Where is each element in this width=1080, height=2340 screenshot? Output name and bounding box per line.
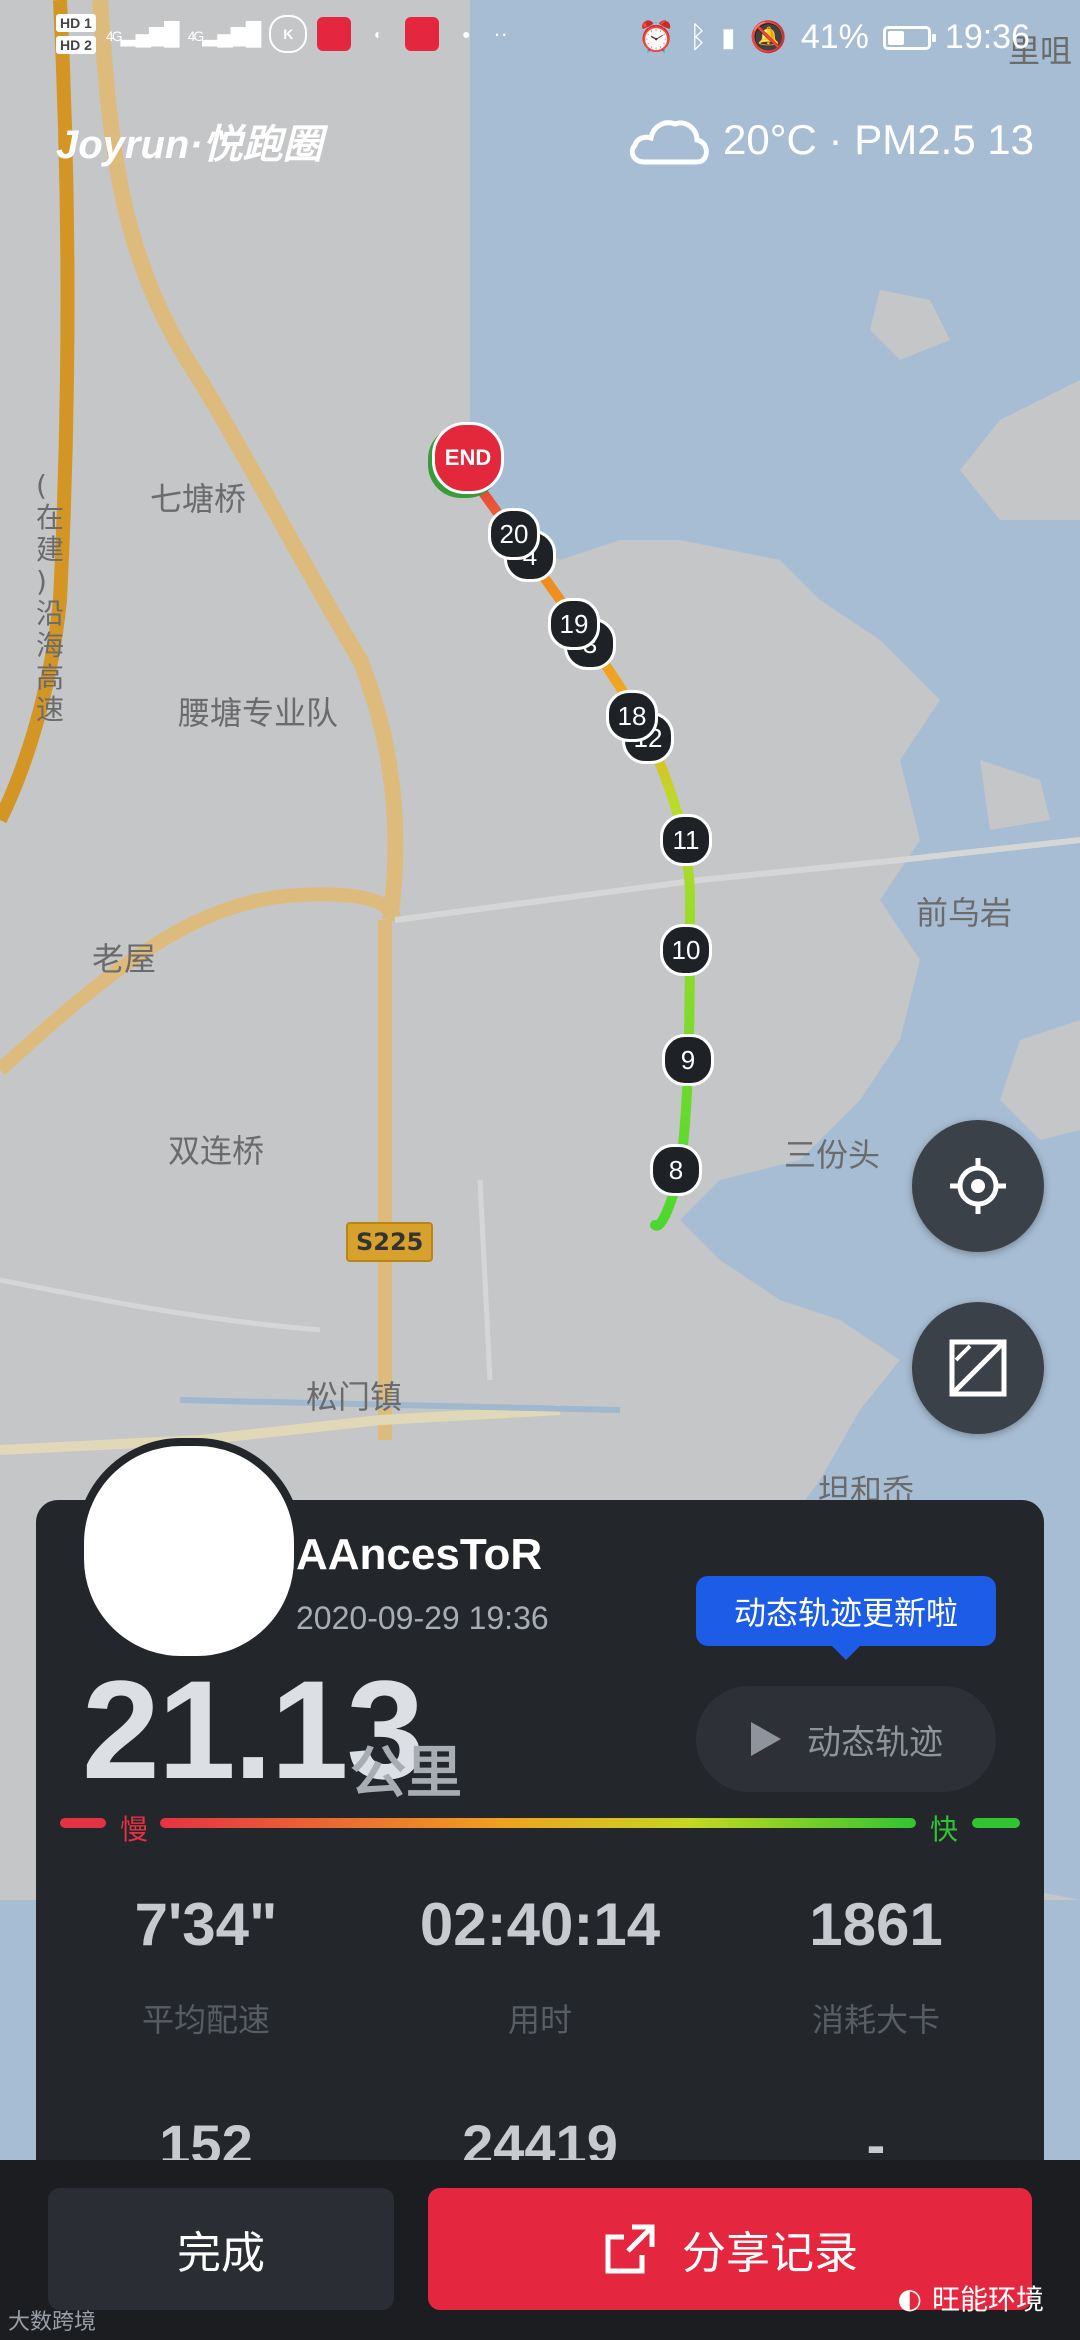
- pace-fast-label: 快: [930, 1813, 959, 1846]
- pace-slow-swatch: [60, 1818, 106, 1828]
- locate-button[interactable]: [912, 1120, 1044, 1252]
- place-label: 三份头: [784, 1136, 881, 1174]
- battery-icon: [882, 25, 936, 50]
- weather-text: 20°C · PM2.5 13: [723, 116, 1034, 163]
- place-label: 老屋: [92, 940, 157, 978]
- expand-map-button[interactable]: [912, 1302, 1044, 1434]
- joyrun-app-icon: [317, 17, 352, 51]
- joyrun-app-icon: [405, 17, 440, 51]
- stat-label: 消耗大卡: [811, 2001, 940, 2039]
- km-marker[interactable]: 20: [488, 508, 540, 560]
- k-app-icon: K: [269, 15, 308, 53]
- place-label: 双连桥: [168, 1132, 265, 1170]
- dynamic-track-label: 动态轨迹: [807, 1722, 943, 1763]
- wechat-icon: ◐: [897, 2281, 922, 2315]
- km-marker[interactable]: 11: [660, 814, 712, 866]
- stat-value: 02:40:14: [419, 1891, 661, 1958]
- pace-fast-swatch: [972, 1818, 1020, 1828]
- dynamic-track-tooltip[interactable]: 动态轨迹更新啦: [696, 1576, 996, 1660]
- place-label: 松门镇: [306, 1378, 403, 1416]
- road-shield: S225: [346, 1222, 434, 1262]
- road-label-vertical: (在建)沿海高速: [36, 469, 65, 726]
- dynamic-track-button[interactable]: 动态轨迹: [696, 1686, 996, 1792]
- cloud-icon: [629, 120, 709, 165]
- sim-indicators: HD 1 HD 2: [56, 14, 96, 54]
- route-end-marker[interactable]: END: [432, 422, 504, 494]
- km-marker[interactable]: 10: [660, 924, 712, 976]
- run-datetime: 2020-09-29 19:36: [296, 1600, 549, 1636]
- stat-duration: 02:40:14 用时: [380, 1890, 700, 2041]
- share-icon: [605, 2224, 655, 2274]
- weather-widget: 20°C · PM2.5 13: [627, 114, 1034, 166]
- bluetooth-icon: ᛒ: [689, 20, 708, 54]
- signal-icon: 4G▂▄▆█: [105, 21, 180, 46]
- alarm-icon: ⏰: [637, 21, 676, 54]
- status-bar: HD 1 HD 2 4G▂▄▆█ 4G▂▄▆█ K ◐ ● ·· ⏰ ᛒ ▮ 🔕…: [0, 0, 1080, 80]
- place-label: 前乌岩: [916, 894, 1013, 932]
- pace-gradient-bar: [160, 1818, 916, 1828]
- more-icon: ··: [493, 21, 508, 46]
- place-label: 七塘桥: [150, 480, 247, 518]
- stat-value: 1861: [809, 1891, 943, 1958]
- km-marker[interactable]: 8: [650, 1144, 702, 1196]
- locate-target-icon: [950, 1158, 1006, 1214]
- km-marker[interactable]: 18: [606, 690, 658, 742]
- battery-percent: 41%: [800, 18, 869, 56]
- app-logo: Joyrun·悦跑圈: [56, 123, 323, 167]
- watermark-right: ◐ 旺能环境: [898, 2278, 1044, 2318]
- signal-icon: 4G▂▄▆█: [187, 21, 262, 46]
- stat-label: 平均配速: [141, 2001, 270, 2039]
- sim2-label: HD 2: [56, 36, 96, 54]
- expand-map-icon: [949, 1339, 1007, 1397]
- stat-label: 用时: [507, 2001, 572, 2039]
- share-label: 分享记录: [682, 2228, 858, 2279]
- pace-slow-label: 慢: [120, 1813, 149, 1846]
- clock: 19:36: [944, 18, 1030, 56]
- place-label: 腰塘专业队: [178, 694, 339, 732]
- sim1-label: HD 1: [56, 14, 96, 32]
- done-button[interactable]: 完成: [48, 2188, 394, 2310]
- watermark-right-text: 旺能环境: [931, 2283, 1044, 2316]
- stat-avg-pace: 7'34" 平均配速: [46, 1890, 366, 2041]
- pace-legend: 慢 快: [60, 1808, 1020, 1846]
- battery-saver-icon: ▮: [721, 22, 736, 52]
- avatar[interactable]: [76, 1438, 302, 1664]
- stat-calories: 1861 消耗大卡: [716, 1890, 1036, 2041]
- message-icon: ●: [462, 26, 471, 42]
- watermark-left: 大数跨境: [8, 2310, 97, 2335]
- km-marker[interactable]: 19: [548, 598, 600, 650]
- wechat-icon: ◐: [374, 26, 383, 42]
- distance-unit: 公里: [350, 1741, 462, 1806]
- km-marker[interactable]: 9: [662, 1034, 714, 1086]
- stat-value: 7'34": [134, 1891, 278, 1958]
- play-icon: [751, 1722, 781, 1756]
- username[interactable]: AAncesToR: [296, 1530, 542, 1580]
- mute-icon: 🔕: [749, 21, 787, 54]
